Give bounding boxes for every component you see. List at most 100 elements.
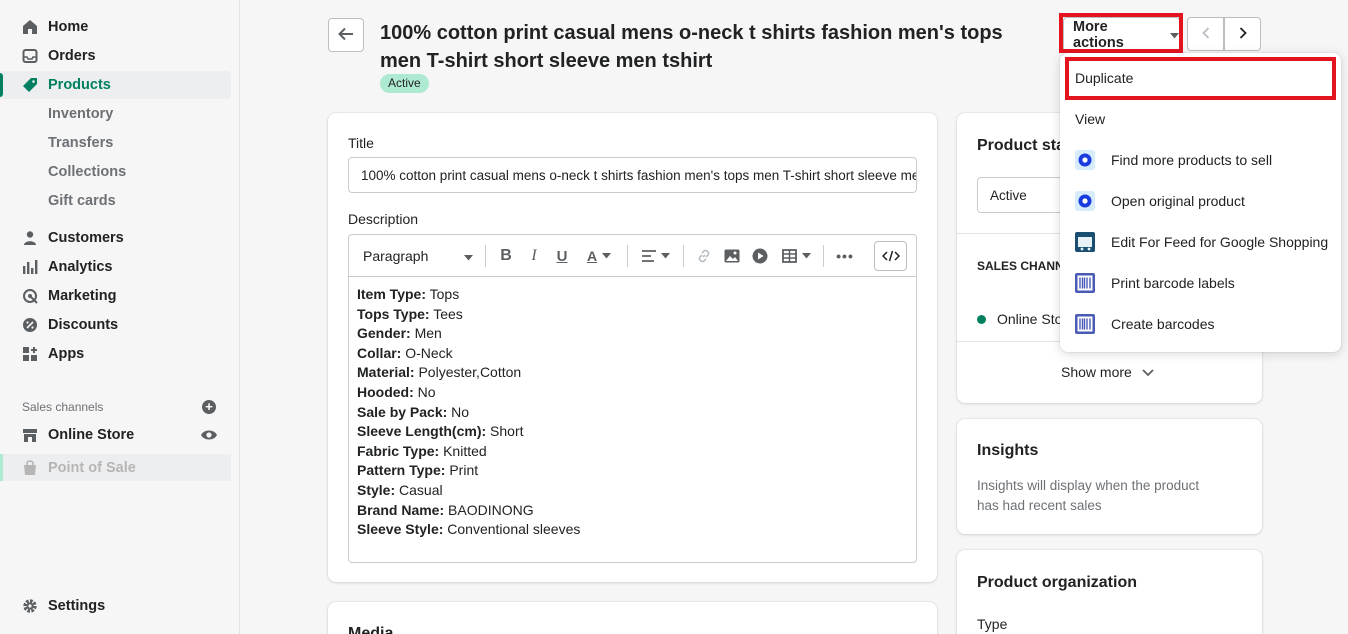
chevron-right-icon [1239, 26, 1247, 42]
type-label: Type [977, 616, 1008, 632]
sidebar-item-customers[interactable]: Customers [0, 224, 231, 252]
apps-icon [21, 345, 39, 363]
menu-item-create-barcodes[interactable]: Create barcodes [1060, 309, 1341, 339]
sales-channels-heading: Sales channels [22, 400, 104, 414]
discount-icon [21, 316, 39, 334]
sidebar-item-collections[interactable]: Collections [48, 164, 126, 180]
description-line: Sale by Pack: No [357, 403, 470, 420]
arrow-left-icon [338, 27, 354, 44]
app-circle-icon [1075, 150, 1095, 170]
more-horizontal-icon[interactable]: ••• [834, 245, 856, 267]
show-more-button[interactable]: Show more [1061, 364, 1154, 380]
barcode-icon [1075, 273, 1095, 293]
page-title: 100% cotton print casual mens o-neck t s… [380, 22, 1003, 72]
italic-icon[interactable]: I [524, 245, 544, 267]
more-actions-highlight [1059, 13, 1183, 53]
description-line: Fabric Type: Knitted [357, 442, 487, 459]
sidebar-item-label: Orders [48, 48, 96, 64]
gear-icon [21, 597, 39, 615]
duplicate-highlight [1065, 57, 1336, 100]
description-line: Item Type: Tops [357, 286, 460, 302]
status-badge: Active [380, 74, 429, 93]
sidebar-item-orders[interactable]: Orders [0, 42, 231, 70]
sidebar-item-label: Home [48, 19, 89, 35]
description-line: Style: Casual [357, 481, 443, 498]
title-label: Title [348, 135, 374, 151]
menu-item-view[interactable]: View [1060, 104, 1341, 134]
sidebar-item-label: Marketing [48, 288, 117, 304]
sidebar-item-discounts[interactable]: Discounts [0, 311, 231, 339]
product-organization-title: Product organization [977, 574, 1137, 591]
menu-item-print-barcode-labels[interactable]: Print barcode labels [1060, 268, 1341, 298]
description-line: Tops Type: Tees [357, 305, 463, 322]
sidebar-item-label: Customers [48, 230, 124, 246]
description-line: Brand Name: BAODINONG [357, 501, 534, 518]
bar-chart-icon [21, 258, 39, 276]
paragraph-select[interactable]: Paragraph [363, 245, 473, 267]
back-button[interactable] [328, 18, 364, 52]
insights-text: Insights will display when the product h… [977, 478, 1200, 513]
description-line: Gender: Men [357, 325, 442, 342]
chevron-left-icon [1201, 26, 1210, 42]
media-card: Media [328, 602, 937, 634]
target-icon [21, 287, 39, 305]
text-color-icon[interactable]: A [581, 245, 617, 267]
sidebar-item-home[interactable]: Home [0, 13, 231, 41]
sidebar-item-analytics[interactable]: Analytics [0, 253, 231, 281]
sidebar-item-marketing[interactable]: Marketing [0, 282, 231, 310]
sidebar-item-label: Analytics [48, 259, 113, 275]
code-view-icon[interactable] [874, 241, 907, 271]
menu-item-edit-for-feed[interactable]: Edit For Feed for Google Shopping [1060, 227, 1341, 257]
image-icon[interactable] [722, 245, 742, 267]
more-actions-menu: Duplicate View Find more products to sel… [1060, 53, 1341, 352]
sidebar-item-online-store[interactable]: Online Store [0, 421, 231, 449]
description-line: Collar: O-Neck [357, 344, 453, 361]
description-editor: Paragraph B I U A ••• Item Type: Tops To… [348, 234, 917, 563]
link-icon[interactable] [694, 245, 714, 267]
insights-title: Insights [977, 442, 1039, 459]
sidebar-item-point-of-sale[interactable]: Point of Sale [0, 454, 231, 481]
feed-app-icon [1075, 232, 1095, 252]
sidebar-item-transfers[interactable]: Transfers [48, 135, 113, 151]
barcode-icon [1075, 314, 1095, 334]
description-line: Pattern Type: Print [357, 462, 479, 479]
menu-item-open-original-product[interactable]: Open original product [1060, 186, 1341, 216]
chevron-down-icon [1142, 364, 1154, 380]
eye-icon[interactable] [200, 428, 218, 445]
sidebar-item-label: Apps [48, 346, 85, 362]
menu-item-find-more-products[interactable]: Find more products to sell [1060, 145, 1341, 175]
paragraph-select-value: Paragraph [363, 248, 429, 264]
add-channel-icon[interactable]: + [202, 400, 216, 414]
sidebar-item-inventory[interactable]: Inventory [48, 106, 113, 122]
description-line: Material: Polyester,Cotton [357, 364, 522, 381]
sidebar-item-label: Products [48, 77, 111, 93]
pos-bag-icon [21, 459, 39, 477]
media-title: Media [348, 625, 394, 634]
person-icon [21, 229, 39, 247]
description-line: Sleeve Length(cm): Short [357, 423, 524, 440]
sidebar-item-gift-cards[interactable]: Gift cards [48, 193, 116, 209]
sidebar: Home Orders Products Inventory Transfers… [0, 0, 240, 634]
editor-toolbar: Paragraph B I U A ••• [349, 235, 916, 277]
show-more-label: Show more [1061, 364, 1132, 380]
home-icon [21, 18, 39, 36]
align-icon[interactable] [638, 245, 674, 267]
video-icon[interactable] [750, 245, 770, 267]
next-product-button[interactable] [1224, 17, 1261, 51]
insights-card: Insights Insights will display when the … [957, 419, 1262, 534]
bold-icon[interactable]: B [496, 245, 516, 267]
sidebar-item-label: Point of Sale [48, 459, 136, 476]
sidebar-item-apps[interactable]: Apps [0, 340, 231, 368]
sidebar-item-settings[interactable]: Settings [0, 592, 231, 620]
orders-icon [21, 47, 39, 65]
sidebar-item-products[interactable]: Products [0, 71, 231, 99]
description-content[interactable]: Item Type: Tops Tops Type: Tees Gender: … [357, 285, 580, 540]
description-line: Hooded: No [357, 383, 436, 400]
description-line: Sleeve Style: Conventional sleeves [357, 521, 581, 538]
sidebar-item-label: Settings [48, 598, 106, 614]
store-icon [21, 426, 39, 444]
previous-product-button[interactable] [1187, 17, 1224, 51]
table-icon[interactable] [778, 245, 814, 267]
title-input[interactable]: 100% cotton print casual mens o-neck t s… [348, 157, 917, 193]
underline-icon[interactable]: U [552, 245, 572, 267]
